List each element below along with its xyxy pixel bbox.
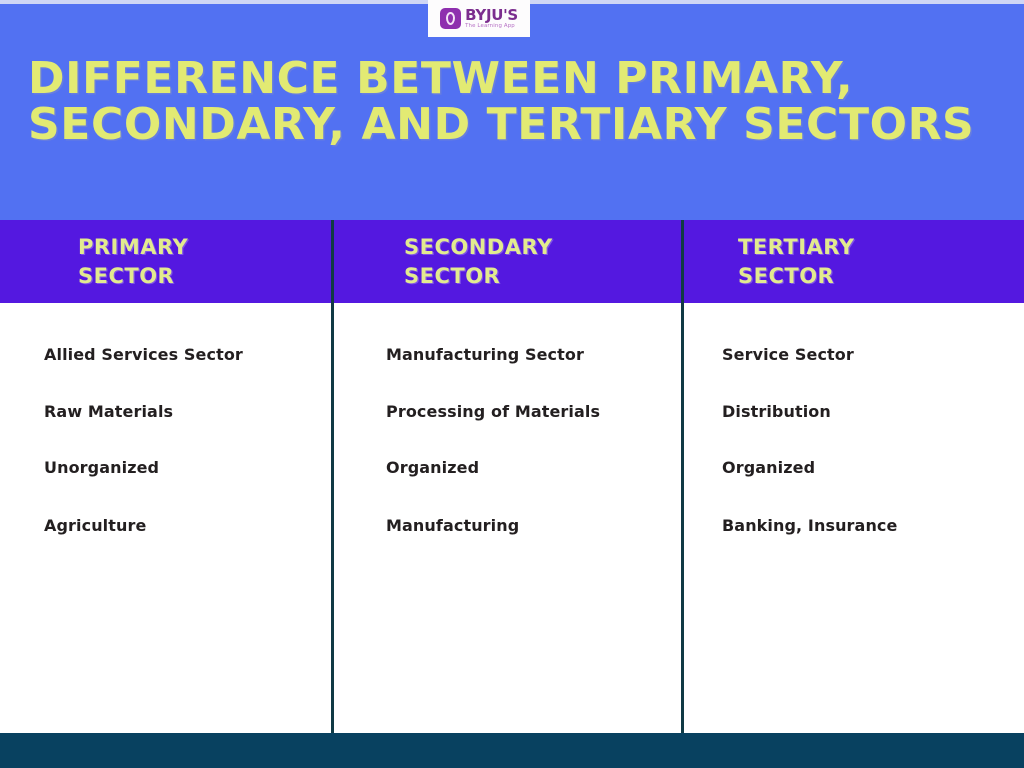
footer-bar [0,733,1024,768]
column-header-tertiary-line1: TERTIARY [738,234,855,259]
list-item: Service Sector [722,345,854,364]
column-secondary-items: Manufacturing Sector Processing of Mater… [386,303,676,733]
list-item: Agriculture [44,516,147,535]
brand-name: BYJU'S [465,5,518,24]
column-header-secondary-line2: SECTOR [404,263,501,288]
column-header-tertiary: TERTIARY SECTOR [738,220,1018,303]
byjus-logo-icon [440,8,462,29]
list-item: Distribution [722,402,831,421]
column-header-primary-line1: PRIMARY [78,234,189,259]
list-item: Processing of Materials [386,402,601,421]
infographic-poster: DIFFERENCE BETWEEN PRIMARY, SECONDARY, A… [0,0,1024,768]
column-tertiary-items: Service Sector Distribution Organized Ba… [722,303,1012,733]
column-header-secondary: SECONDARY SECTOR [404,220,679,303]
column-header-primary-line2: SECTOR [78,263,175,288]
brand-logo-text: BYJU'S The Learning App [465,5,518,30]
column-divider-1 [331,220,334,733]
column-primary-items: Allied Services Sector Raw Materials Uno… [44,303,324,733]
column-header-secondary-line1: SECONDARY [404,234,553,259]
list-item: Unorganized [44,458,160,477]
list-item: Manufacturing [386,516,520,535]
list-item: Organized [386,458,480,477]
list-item: Manufacturing Sector [386,345,584,364]
list-item: Organized [722,458,816,477]
column-header-tertiary-line2: SECTOR [738,263,835,288]
brand-tagline: The Learning App [465,23,515,30]
column-divider-2 [681,220,684,733]
column-header-primary: PRIMARY SECTOR [78,220,328,303]
list-item: Banking, Insurance [722,516,898,535]
list-item: Raw Materials [44,402,174,421]
page-title: DIFFERENCE BETWEEN PRIMARY, SECONDARY, A… [28,53,975,150]
list-item: Allied Services Sector [44,345,243,364]
brand-logo: BYJU'S The Learning App [428,0,530,37]
column-header-band: PRIMARY SECTOR SECONDARY SECTOR TERTIARY… [0,220,1024,303]
